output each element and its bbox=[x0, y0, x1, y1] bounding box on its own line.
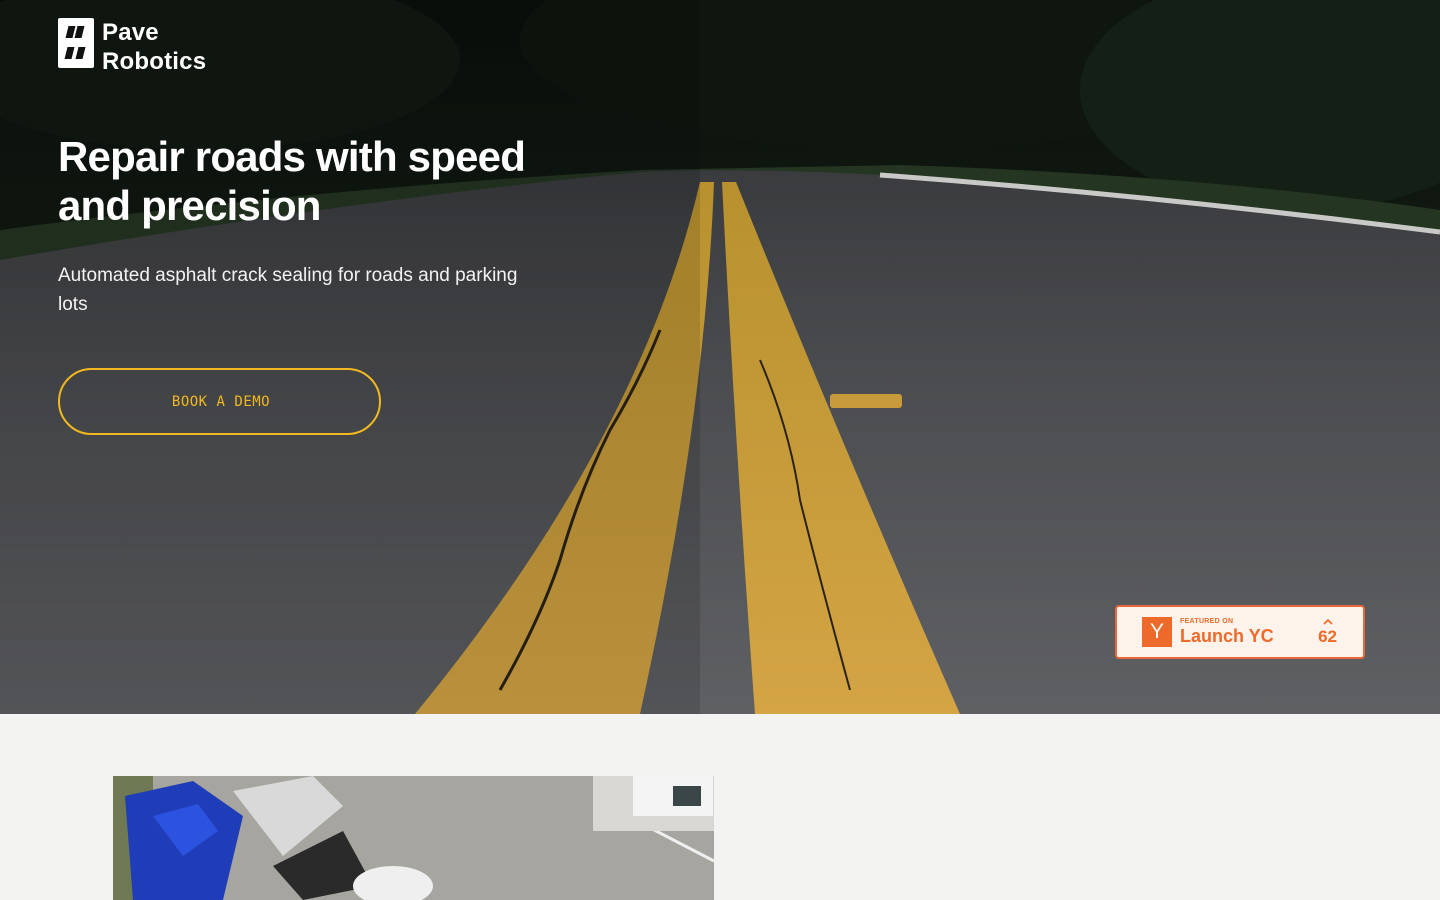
brand-name-line1: Pave bbox=[102, 19, 159, 46]
launch-yc-badge[interactable]: Y FEATURED ON Launch YC 62 bbox=[1115, 605, 1365, 659]
brand-name: Pave Robotics bbox=[102, 18, 206, 76]
brand-name-line2: Robotics bbox=[102, 48, 207, 75]
logo-mark-icon bbox=[58, 18, 94, 68]
yc-badge-title: Launch YC bbox=[1180, 626, 1274, 646]
yc-vote-count: 62 bbox=[1318, 627, 1337, 646]
aerial-parking-lot-image bbox=[113, 776, 714, 900]
hero-section: Pave Robotics Repair roads with speed an… bbox=[0, 0, 1440, 714]
hero-subheadline: Automated asphalt crack sealing for road… bbox=[58, 265, 518, 315]
yc-logo-icon: Y bbox=[1142, 617, 1172, 647]
brand-logo[interactable]: Pave Robotics bbox=[58, 18, 206, 76]
hero-headline: Repair roads with speed and precision bbox=[58, 133, 526, 229]
content-section bbox=[0, 714, 1440, 900]
yc-badge-text: FEATURED ON Launch YC bbox=[1180, 618, 1274, 646]
book-demo-button[interactable]: BOOK A DEMO bbox=[58, 368, 381, 435]
yc-featured-label: FEATURED ON bbox=[1180, 618, 1234, 625]
yc-upvote[interactable]: 62 bbox=[1318, 618, 1337, 646]
